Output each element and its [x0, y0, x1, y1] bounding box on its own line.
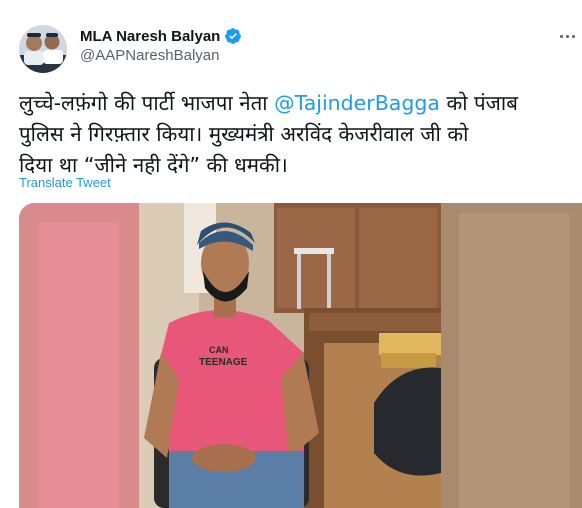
mention-link[interactable]: @TajinderBagga	[274, 91, 440, 115]
tweet-card: MLA Naresh Balyan @AAPNareshBalyan लुच्च…	[0, 0, 582, 508]
more-options-icon[interactable]	[560, 28, 582, 44]
author-handle[interactable]: @AAPNareshBalyan	[80, 47, 219, 64]
translate-tweet-link[interactable]: Translate Tweet	[19, 175, 111, 190]
shirt-text-line-1: CAN	[209, 345, 229, 355]
tweet-text-suffix: को पंजाब	[439, 91, 518, 115]
verified-badge-icon	[224, 27, 242, 45]
photo-image: CAN TEENAGE	[19, 203, 582, 508]
tweet-text-line-2: पुलिस ने गिरफ़्तार किया। मुख्यमंत्री अरव…	[19, 122, 469, 146]
tweet-text-line-1: लुच्चे-लफ़ंगो की पार्टी भाजपा नेता @Taji…	[19, 88, 579, 119]
author-display-name[interactable]: MLA Naresh Balyan	[80, 28, 220, 45]
tweet-media-photo[interactable]: CAN TEENAGE	[19, 203, 582, 508]
tweet-text: लुच्चे-लफ़ंगो की पार्टी भाजपा नेता @Taji…	[19, 88, 579, 181]
shirt-text-line-2: TEENAGE	[199, 357, 248, 368]
avatar[interactable]	[19, 25, 67, 73]
tweet-text-prefix: लुच्चे-लफ़ंगो की पार्टी भाजपा नेता	[19, 91, 275, 115]
author-name-row: MLA Naresh Balyan	[80, 26, 242, 46]
avatar-image	[19, 25, 67, 73]
